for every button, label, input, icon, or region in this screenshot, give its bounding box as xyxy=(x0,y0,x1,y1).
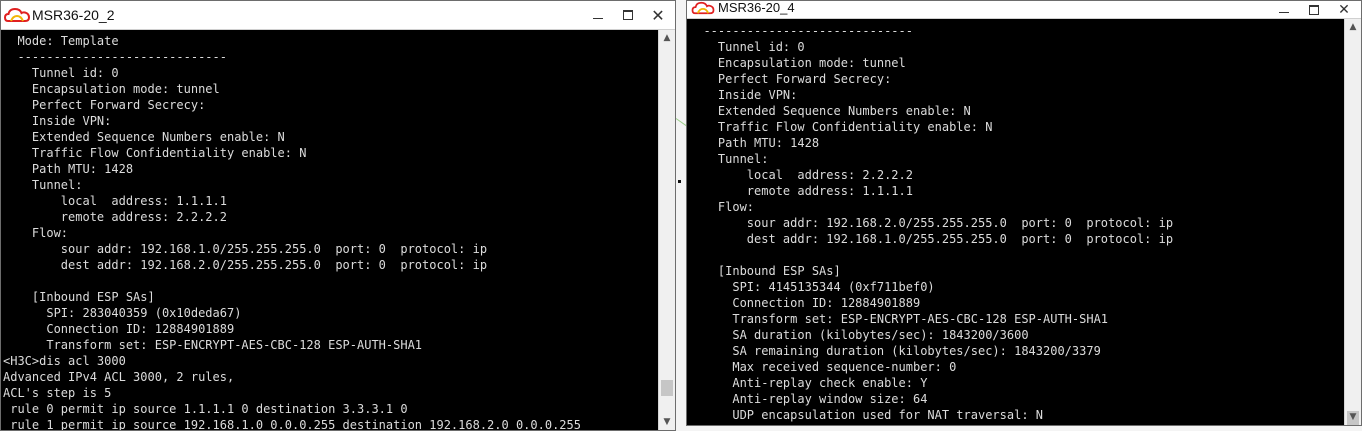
terminal-line: Connection ID: 12884901889 xyxy=(689,296,921,310)
scrollbar-thumb[interactable] xyxy=(661,380,673,396)
terminal-line: Tunnel: xyxy=(689,152,769,166)
terminal-line: Traffic Flow Confidentiality enable: N xyxy=(3,146,307,160)
chevron-up-icon: ▲ xyxy=(1349,22,1357,32)
terminal-line: Traffic Flow Confidentiality enable: N xyxy=(689,120,993,134)
terminal-line: Encapsulation mode: tunnel xyxy=(3,82,220,96)
terminal-line: ACL's step is 5 xyxy=(3,386,112,400)
window-title: MSR36-20_2 xyxy=(32,7,115,23)
terminal-line: Tunnel id: 0 xyxy=(3,66,119,80)
terminal-line: Flow: xyxy=(689,200,755,214)
terminal-line: Anti-replay window size: 64 xyxy=(689,392,928,406)
cloud-app-icon xyxy=(691,1,715,15)
title-bar[interactable]: MSR36-20_2 ✕ xyxy=(1,1,675,30)
title-bar[interactable]: MSR36-20_4 ✕ xyxy=(687,0,1361,19)
maximize-button[interactable] xyxy=(613,1,643,29)
terminal-window-msr36-20-4[interactable]: MSR36-20_4 ✕ ---------------------------… xyxy=(686,0,1362,426)
terminal-line: Tunnel: xyxy=(3,178,83,192)
window-title: MSR36-20_4 xyxy=(718,0,795,15)
cloud-app-icon xyxy=(4,7,30,22)
terminal-line: Path MTU: 1428 xyxy=(3,162,134,176)
scroll-up-button[interactable]: ▲ xyxy=(1345,19,1361,35)
close-icon: ✕ xyxy=(1338,1,1350,18)
vertical-scrollbar[interactable]: ▲ ▼ xyxy=(1344,19,1361,425)
terminal-line: SPI: 4145135344 (0xf711bef0) xyxy=(689,280,935,294)
terminal-line: SPI: 283040359 (0x10deda67) xyxy=(3,306,242,320)
terminal-line: dest addr: 192.168.2.0/255.255.255.0 por… xyxy=(3,258,488,272)
terminal-line: Inside VPN: xyxy=(689,88,798,102)
terminal-line: [Inbound ESP SAs] xyxy=(689,264,841,278)
close-button[interactable]: ✕ xyxy=(1329,1,1359,18)
terminal-line: sour addr: 192.168.2.0/255.255.255.0 por… xyxy=(689,216,1174,230)
terminal-line: sour addr: 192.168.1.0/255.255.255.0 por… xyxy=(3,242,488,256)
maximize-button[interactable] xyxy=(1299,1,1329,18)
terminal-line: ----------------------------- xyxy=(689,24,913,38)
terminal-output[interactable]: ----------------------------- Tunnel id:… xyxy=(689,23,1343,425)
terminal-line: Tunnel id: 0 xyxy=(689,40,805,54)
minimize-button[interactable] xyxy=(583,1,613,29)
minimize-icon xyxy=(593,17,603,19)
vertical-scrollbar[interactable]: ▲ ▼ xyxy=(658,30,675,430)
terminal-line: local address: 1.1.1.1 xyxy=(3,194,227,208)
terminal-line: rule 1 permit ip source 192.168.1.0 0.0.… xyxy=(3,418,581,430)
scroll-down-button[interactable]: ▼ xyxy=(1345,409,1361,425)
chevron-down-icon: ▼ xyxy=(1349,412,1357,422)
terminal-line: Anti-replay check enable: Y xyxy=(689,376,928,390)
terminal-line: dest addr: 192.168.1.0/255.255.255.0 por… xyxy=(689,232,1174,246)
terminal-line: Perfect Forward Secrecy: xyxy=(689,72,892,86)
terminal-line: Connection ID: 12884901889 xyxy=(3,322,235,336)
scroll-up-button[interactable]: ▲ xyxy=(659,30,675,46)
terminal-line: Advanced IPv4 ACL 3000, 2 rules, xyxy=(3,370,235,384)
chevron-down-icon: ▼ xyxy=(663,417,671,427)
terminal-line: remote address: 2.2.2.2 xyxy=(3,210,227,224)
minimize-icon xyxy=(1279,12,1289,13)
terminal-line: local address: 2.2.2.2 xyxy=(689,168,913,182)
terminal-line: Encapsulation mode: tunnel xyxy=(689,56,906,70)
terminal-line: [Inbound ESP SAs] xyxy=(3,290,155,304)
terminal-line: UDP encapsulation used for NAT traversal… xyxy=(689,408,1044,422)
terminal-line: SA remaining duration (kilobytes/sec): 1… xyxy=(689,344,1101,358)
terminal-output[interactable]: Mode: Template -------------------------… xyxy=(3,33,657,430)
terminal-line: Extended Sequence Numbers enable: N xyxy=(3,130,285,144)
scroll-down-button[interactable]: ▼ xyxy=(659,414,675,430)
close-icon: ✕ xyxy=(651,5,665,25)
terminal-line: Mode: Template xyxy=(3,34,119,48)
close-button[interactable]: ✕ xyxy=(643,1,673,29)
maximize-icon xyxy=(623,10,633,20)
maximize-icon xyxy=(1309,4,1319,15)
terminal-line: Extended Sequence Numbers enable: N xyxy=(689,104,971,118)
terminal-line: ----------------------------- xyxy=(3,50,227,64)
terminal-window-msr36-20-2[interactable]: MSR36-20_2 ✕ Mode: Template ------------… xyxy=(0,0,676,431)
terminal-line: Perfect Forward Secrecy: xyxy=(3,98,206,112)
terminal-line: Inside VPN: xyxy=(3,114,112,128)
terminal-line: rule 0 permit ip source 1.1.1.1 0 destin… xyxy=(3,402,408,416)
terminal-line: Max received sequence-number: 0 xyxy=(689,360,957,374)
topology-marker xyxy=(678,180,681,183)
minimize-button[interactable] xyxy=(1269,1,1299,18)
terminal-line: Path MTU: 1428 xyxy=(689,136,820,150)
terminal-line: Transform set: ESP-ENCRYPT-AES-CBC-128 E… xyxy=(689,312,1109,326)
terminal-line: <H3C>dis acl 3000 xyxy=(3,354,126,368)
terminal-line: SA duration (kilobytes/sec): 1843200/360… xyxy=(689,328,1029,342)
chevron-up-icon: ▲ xyxy=(663,33,671,43)
terminal-line: Transform set: ESP-ENCRYPT-AES-CBC-128 E… xyxy=(3,338,423,352)
terminal-line: remote address: 1.1.1.1 xyxy=(689,184,913,198)
terminal-line: Flow: xyxy=(3,226,69,240)
